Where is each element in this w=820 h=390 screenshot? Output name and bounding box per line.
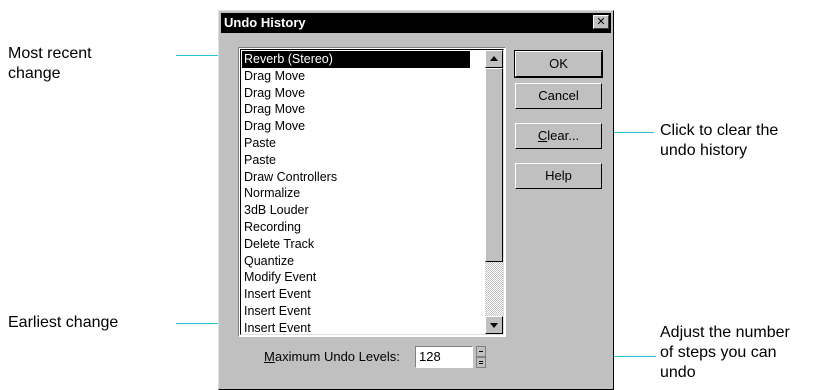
most-recent-change-callout: Most recent change xyxy=(8,45,92,82)
history-item[interactable]: Normalize xyxy=(242,185,470,202)
history-item[interactable]: Paste xyxy=(242,135,470,152)
history-item[interactable]: Modify Event xyxy=(242,269,470,286)
history-item[interactable]: 3dB Louder xyxy=(242,202,470,219)
history-item[interactable]: Insert Event xyxy=(242,320,470,334)
max-undo-label-rest: aximum Undo Levels: xyxy=(274,349,400,364)
scroll-thumb[interactable] xyxy=(485,68,503,262)
clear-accelerator: C xyxy=(537,128,548,143)
history-item[interactable]: Insert Event xyxy=(242,286,470,303)
scroll-down-button[interactable] xyxy=(485,316,503,334)
history-item[interactable]: Draw Controllers xyxy=(242,169,470,186)
history-item[interactable]: Insert Event xyxy=(242,303,470,320)
history-item[interactable]: Drag Move xyxy=(242,118,470,135)
max-undo-levels-input[interactable]: 128 xyxy=(415,346,473,368)
earliest-change-callout: Earliest change xyxy=(8,314,119,331)
adjust-hint-callout: Adjust the number of steps you can undo xyxy=(660,324,790,381)
clear-button[interactable]: Clear... xyxy=(515,123,602,149)
history-item[interactable]: Drag Move xyxy=(242,101,470,118)
cancel-button[interactable]: Cancel xyxy=(515,83,602,109)
arrow-up-icon xyxy=(490,56,498,61)
history-item[interactable]: Drag Move xyxy=(242,85,470,102)
dialog-title: Undo History xyxy=(224,15,306,30)
help-button[interactable]: Help xyxy=(515,163,602,189)
history-item[interactable]: Recording xyxy=(242,219,470,236)
history-item[interactable]: Reverb (Stereo) xyxy=(242,51,470,68)
close-icon[interactable]: ✕ xyxy=(593,15,609,29)
clear-label-rest: lear... xyxy=(547,128,580,143)
history-item[interactable]: Paste xyxy=(242,152,470,169)
spin-up-button[interactable] xyxy=(476,346,486,357)
vertical-scrollbar[interactable] xyxy=(485,50,503,334)
max-undo-levels-label: Maximum Undo Levels: xyxy=(264,348,400,366)
max-undo-accelerator: M xyxy=(264,349,275,364)
history-item[interactable]: Delete Track xyxy=(242,236,470,253)
ok-button[interactable]: OK xyxy=(514,50,603,78)
history-item[interactable]: Drag Move xyxy=(242,68,470,85)
clear-hint-callout: Click to clear the undo history xyxy=(660,122,779,159)
max-undo-levels-spinner[interactable] xyxy=(476,346,486,368)
undo-history-dialog: Undo History ✕ Reverb (Stereo) Drag Move D… xyxy=(218,10,614,390)
spin-down-button[interactable] xyxy=(476,357,486,368)
arrow-down-icon xyxy=(490,323,498,328)
undo-history-list[interactable]: Reverb (Stereo) Drag Move Drag Move Drag Mo… xyxy=(238,47,506,337)
history-items: Reverb (Stereo) Drag Move Drag Move Drag Mo… xyxy=(241,50,471,334)
history-item[interactable]: Quantize xyxy=(242,253,470,270)
scroll-up-button[interactable] xyxy=(485,50,503,68)
dialog-title-bar[interactable]: Undo History ✕ xyxy=(221,13,611,33)
